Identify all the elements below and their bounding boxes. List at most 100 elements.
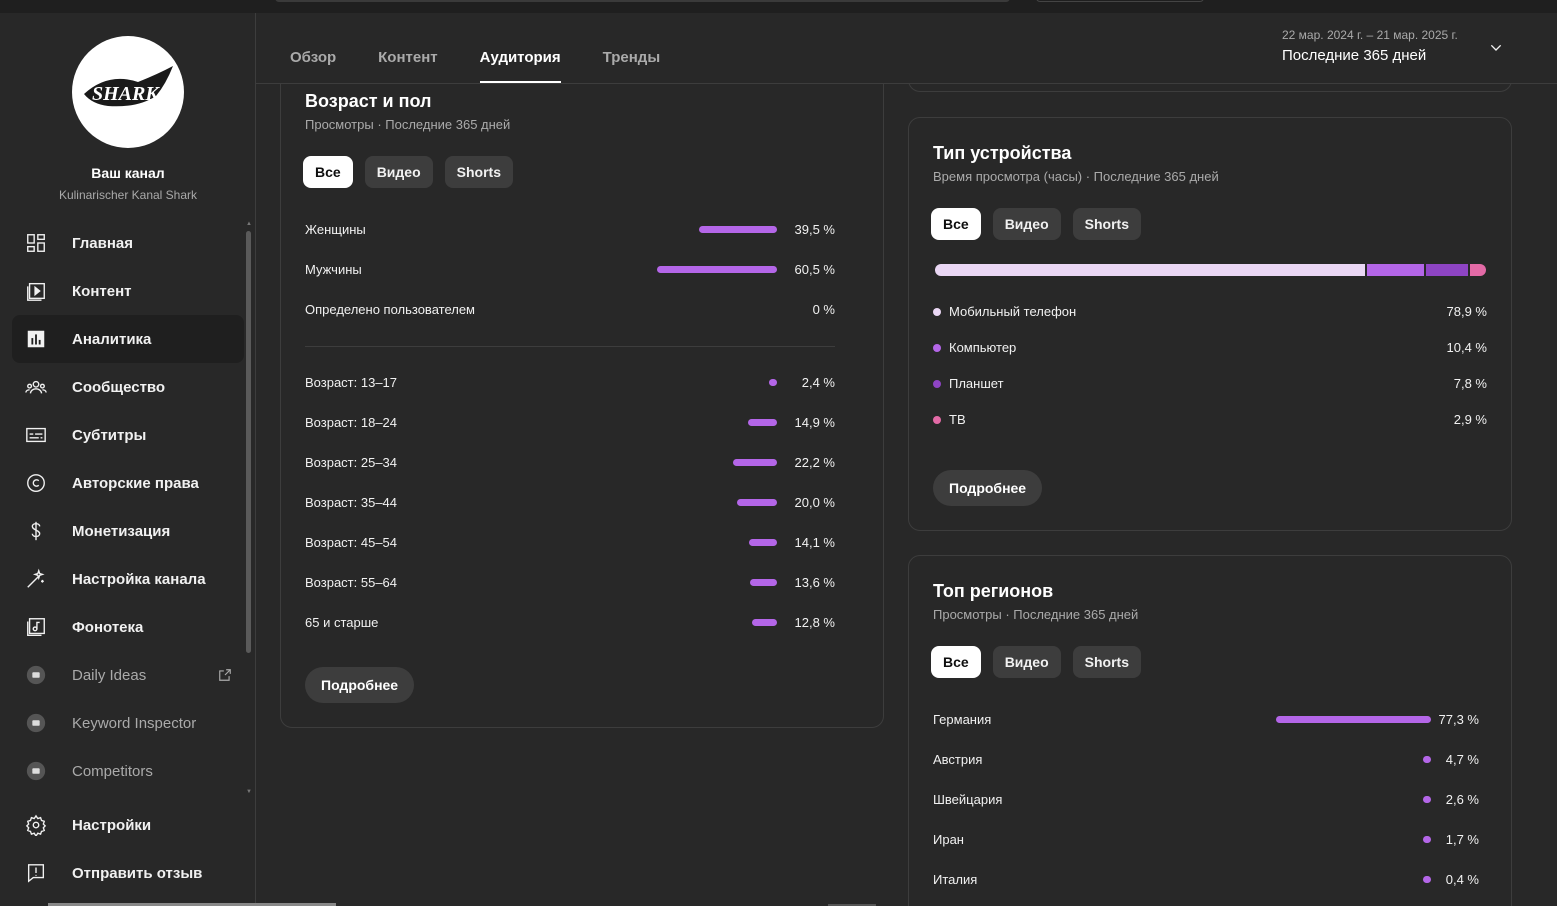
device-row: Компьютер 10,4 % [933, 338, 1487, 358]
sidebar-item-subtitles[interactable]: Субтитры [12, 411, 244, 459]
sidebar-item-monetization[interactable]: Монетизация [12, 507, 244, 555]
row-value: 77,3 % [1438, 712, 1479, 727]
device-share-segment [1470, 264, 1486, 276]
more-button[interactable]: Подробнее [933, 470, 1043, 506]
content-type-filter: Все Видео Shorts [931, 208, 1141, 240]
row-value: 0,4 % [1445, 872, 1479, 887]
legend-dot [933, 344, 941, 352]
sidebar-item-competitors[interactable]: Competitors [12, 747, 244, 795]
sidebar-item-label: Главная [72, 234, 134, 252]
value-bar [749, 539, 777, 546]
value-bar [737, 499, 777, 506]
device-row: Планшет 7,8 % [933, 374, 1487, 394]
data-row: Мужчины 60,5 % [305, 260, 835, 280]
filter-shorts[interactable]: Shorts [444, 156, 513, 188]
row-value: 10,4 % [1446, 340, 1487, 355]
scroll-up-arrow[interactable]: ▲ [246, 221, 252, 227]
sidebar-item-label: Отправить отзыв [72, 864, 203, 882]
row-value: 14,1 % [794, 535, 835, 550]
value-bar [769, 379, 777, 386]
filter-all[interactable]: Все [931, 646, 981, 678]
sidebar-item-label: Настройки [72, 816, 152, 834]
row-value: 20,0 % [794, 495, 835, 510]
vidiq-icon [24, 759, 48, 783]
tab-trends[interactable]: Тренды [603, 49, 661, 83]
sidebar-item-label: Субтитры [72, 426, 147, 444]
scroll-down-arrow[interactable]: ▼ [246, 789, 252, 795]
legend-dot [933, 380, 941, 388]
tab-audience[interactable]: Аудитория [479, 49, 561, 83]
magic-wand-icon [24, 567, 48, 591]
sidebar-item-community[interactable]: Сообщество [12, 363, 244, 411]
data-row: Австрия 4,7 % [933, 750, 1479, 770]
tab-overview[interactable]: Обзор [290, 49, 336, 83]
sidebar-item-daily-ideas[interactable]: Daily Ideas [12, 651, 244, 699]
top-button[interactable] [1036, 0, 1204, 2]
dashboard-icon [24, 231, 48, 255]
data-row: Возраст: 45–54 14,1 % [305, 533, 835, 553]
vidiq-icon [24, 663, 48, 687]
sidebar-item-feedback[interactable]: Отправить отзыв [12, 849, 244, 897]
channel-title: Ваш канал [91, 165, 165, 181]
legend-dot [933, 308, 941, 316]
row-label: Женщины [305, 222, 366, 237]
date-range: 22 мар. 2024 г. – 21 мар. 2025 г. [1282, 28, 1458, 42]
top-search-bar[interactable] [275, 0, 1010, 2]
copyright-icon [24, 471, 48, 495]
row-value: 0 % [812, 302, 835, 317]
data-row: Возраст: 35–44 20,0 % [305, 493, 835, 513]
row-value: 2,6 % [1445, 792, 1479, 807]
row-label: Иран [933, 832, 964, 847]
date-range-picker[interactable]: 22 мар. 2024 г. – 21 мар. 2025 г. Послед… [1282, 28, 1458, 64]
sidebar-item-settings[interactable]: Настройки [12, 801, 244, 849]
filter-shorts[interactable]: Shorts [1072, 646, 1141, 678]
sidebar-item-customization[interactable]: Настройка канала [12, 555, 244, 603]
sidebar-item-label: Keyword Inspector [72, 714, 197, 732]
device-share-segment [935, 264, 1365, 276]
data-row: Определено пользователем 0 % [305, 300, 835, 320]
sidebar-item-label: Настройка канала [72, 570, 206, 588]
sidebar-item-label: Daily Ideas [72, 666, 147, 684]
sidebar-item-keyword-inspector[interactable]: Keyword Inspector [12, 699, 244, 747]
top-regions-card: Топ регионов Просмотры · Последние 365 д… [908, 555, 1512, 906]
row-value: 2,9 % [1453, 412, 1487, 427]
filter-all[interactable]: Все [931, 208, 981, 240]
logo-text: SHARK [92, 83, 160, 105]
row-label: Австрия [933, 752, 983, 767]
sidebar-item-content[interactable]: Контент [12, 267, 244, 315]
sidebar-item-audio-library[interactable]: Фонотека [12, 603, 244, 651]
filter-all[interactable]: Все [303, 156, 353, 188]
more-button[interactable]: Подробнее [305, 667, 415, 703]
sidebar-item-copyright[interactable]: Авторские права [12, 459, 244, 507]
sidebar-item-analytics[interactable]: Аналитика [12, 315, 244, 363]
value-bar [1423, 796, 1431, 803]
channel-avatar[interactable]: SHARK [72, 36, 184, 148]
card-subtitle: Просмотры · Последние 365 дней [933, 607, 1139, 622]
filter-videos[interactable]: Видео [992, 646, 1061, 678]
row-label: Возраст: 25–34 [305, 455, 398, 470]
row-label: Германия [933, 712, 992, 727]
row-label: Компьютер [949, 340, 1017, 355]
value-bar [1423, 876, 1431, 883]
card-subtitle: Просмотры · Последние 365 дней [305, 117, 511, 132]
row-value: 2,4 % [801, 375, 835, 390]
data-row: Возраст: 18–24 14,9 % [305, 413, 835, 433]
shark-logo: SHARK [84, 66, 173, 107]
tab-content[interactable]: Контент [378, 49, 437, 83]
channel-name: Kulinarischer Kanal Shark [58, 188, 198, 202]
data-row: Возраст: 55–64 13,6 % [305, 573, 835, 593]
sidebar-scrollbar[interactable] [246, 231, 251, 653]
filter-videos[interactable]: Видео [992, 208, 1061, 240]
chevron-down-icon[interactable] [1488, 40, 1504, 56]
row-value: 12,8 % [794, 615, 835, 630]
row-label: Планшет [949, 376, 1004, 391]
sidebar-item-dashboard[interactable]: Главная [12, 219, 244, 267]
data-row: Швейцария 2,6 % [933, 790, 1479, 810]
device-share-segment [1367, 264, 1424, 276]
content-icon [24, 279, 48, 303]
value-bar [698, 226, 777, 233]
row-value: 60,5 % [794, 262, 835, 277]
filter-videos[interactable]: Видео [364, 156, 433, 188]
row-value: 7,8 % [1453, 376, 1487, 391]
filter-shorts[interactable]: Shorts [1072, 208, 1141, 240]
